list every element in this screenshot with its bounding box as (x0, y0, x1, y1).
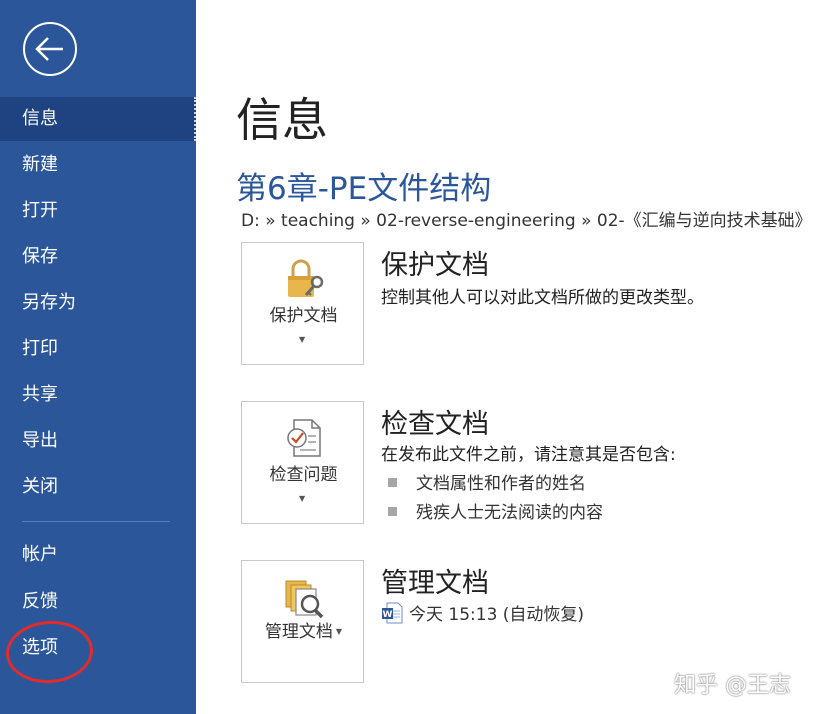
inspect-document-description: 在发布此文件之前，请注意其是否包含: (381, 445, 676, 465)
lock-key-icon (288, 259, 324, 297)
nav-export[interactable]: 导出 (0, 419, 196, 463)
page-title: 信息 (236, 93, 328, 147)
nav-save-as[interactable]: 另存为 (0, 281, 196, 325)
protect-document-label: 保护文档 (269, 306, 338, 326)
nav-info[interactable]: 信息 (0, 97, 196, 141)
back-button[interactable] (23, 22, 77, 76)
nav-open[interactable]: 打开 (0, 189, 196, 233)
inspect-document-icon (287, 419, 321, 457)
document-path[interactable]: D: » teaching » 02-reverse-engineering »… (241, 206, 812, 231)
nav-close[interactable]: 关闭 (0, 465, 196, 509)
manage-document-icon (285, 580, 324, 619)
nav-options[interactable]: 选项 (0, 626, 196, 670)
chevron-down-icon: ▼ (299, 335, 306, 344)
check-issues-button[interactable]: 检查问题 ▼ (241, 401, 364, 524)
chevron-down-icon: ▼ (299, 494, 306, 503)
svg-text:W: W (383, 610, 393, 620)
protect-document-button[interactable]: 保护文档 ▼ (241, 242, 364, 365)
nav-print[interactable]: 打印 (0, 327, 196, 371)
watermark: 知乎 @王志 (674, 673, 791, 698)
info-panel: 信息 第6章-PE文件结构 D: » teaching » 02-reverse… (196, 0, 813, 714)
protect-document-description: 控制其他人可以对此文档所做的更改类型。 (381, 288, 704, 308)
list-item: 残疾人士无法阅读的内容 (388, 498, 603, 523)
manage-document-button[interactable]: 管理文档 ▼ (241, 560, 364, 683)
chevron-down-icon: ▼ (335, 627, 343, 636)
arrow-left-icon (35, 37, 63, 61)
list-item: 文档属性和作者的姓名 (388, 469, 586, 494)
document-title: 第6章-PE文件结构 (236, 171, 492, 207)
backstage-sidebar: 信息 新建 打开 保存 另存为 打印 共享 导出 关闭 帐户 反馈 选项 (0, 0, 196, 714)
version-timestamp: 今天 15:13 (自动恢复) (409, 605, 585, 625)
inspect-document-title: 检查文档 (381, 409, 489, 440)
word-document-icon: W (382, 602, 403, 624)
nav-share[interactable]: 共享 (0, 373, 196, 417)
bullet-square-icon (388, 478, 397, 487)
bullet-square-icon (388, 507, 397, 516)
nav-account[interactable]: 帐户 (0, 533, 196, 577)
nav-divider (22, 521, 170, 522)
nav-new[interactable]: 新建 (0, 143, 196, 187)
nav-save[interactable]: 保存 (0, 235, 196, 279)
manage-document-title: 管理文档 (381, 568, 489, 599)
autosave-version[interactable]: W 今天 15:13 (自动恢复) (381, 600, 584, 625)
check-issues-label: 检查问题 (269, 465, 338, 485)
nav-feedback[interactable]: 反馈 (0, 580, 196, 624)
protect-document-title: 保护文档 (381, 250, 489, 281)
manage-document-label: 管理文档 ▼ (264, 622, 343, 642)
